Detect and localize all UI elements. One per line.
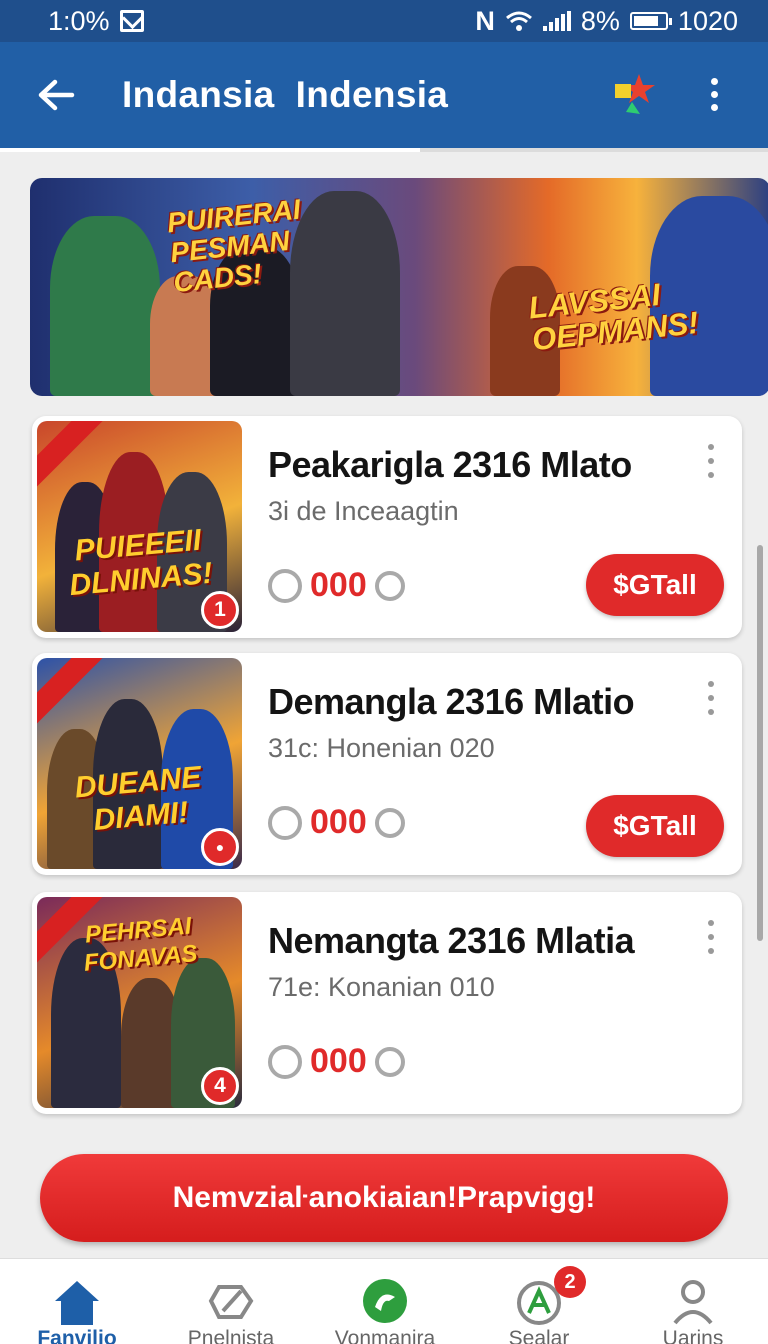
install-button[interactable]: $GTall: [586, 554, 724, 616]
corner-ribbon: [37, 658, 109, 730]
game-subtitle: 31c: Honenian 020: [268, 733, 495, 763]
game-title: Demangla 2316 Mlatio: [268, 681, 635, 722]
card-menu-button[interactable]: [704, 444, 718, 478]
game-thumbnail: PEHRSAI FONAVAS 4: [37, 897, 242, 1108]
stat-value: 000: [310, 1042, 367, 1080]
game-subtitle: 3i de Inceaagtin: [268, 496, 459, 526]
nav-item-vonmanira[interactable]: Vonmanira: [308, 1259, 462, 1344]
promo-banner[interactable]: PUIRERAI PESMAN CADS! LAVSSAI OEPMANS!: [30, 178, 768, 396]
circle-icon: [374, 807, 405, 838]
wifi-icon: [505, 11, 532, 31]
stat-value: 000: [310, 803, 367, 841]
primary-cta-button[interactable]: Nemvziaŀanokiaian!Prapvigg!: [40, 1154, 728, 1242]
status-bar: 1:0% N 8% 1020: [0, 0, 768, 42]
nav-item-pnelnista[interactable]: Pnelnista: [154, 1259, 308, 1344]
circle-icon: [374, 570, 405, 601]
battery-percent: 8%: [580, 5, 620, 36]
nav-item-home[interactable]: Fanvilio: [0, 1259, 154, 1344]
favorite-star-icon[interactable]: [612, 72, 658, 116]
rank-badge: 4: [201, 1067, 239, 1105]
card-menu-button[interactable]: [704, 920, 718, 954]
chat-bubble-icon: [363, 1279, 407, 1323]
battery-icon: [629, 12, 672, 30]
game-title: Nemangta 2316 Mlatia: [268, 920, 635, 961]
scrollbar[interactable]: [757, 545, 763, 941]
rank-badge: 1: [201, 591, 239, 629]
refresh-icon: [268, 805, 302, 840]
status-clock: 1020: [677, 5, 738, 36]
swap-icon: [208, 1285, 254, 1319]
game-subtitle: 71e: Konanian 010: [268, 972, 495, 1002]
tab-indicator: [0, 148, 768, 152]
game-stats: 000: [268, 803, 405, 842]
mail-notification-icon: [119, 10, 144, 32]
nfc-icon: N: [475, 5, 495, 36]
back-button[interactable]: [34, 73, 78, 117]
notification-count-badge: 2: [554, 1266, 586, 1298]
refresh-icon: [268, 568, 302, 603]
game-card[interactable]: PEHRSAI FONAVAS 4 Nemangta 2316 Mlatia 7…: [32, 892, 742, 1114]
game-thumbnail: DUEANE DIAMI! ●: [37, 658, 242, 869]
game-card[interactable]: PUIEEEII DLNINAS! 1 Peakarigla 2316 Mlat…: [32, 416, 742, 638]
status-time: 1:0%: [48, 5, 110, 36]
home-icon: [55, 1281, 99, 1325]
app-bar: Indansia Indensia: [0, 42, 768, 148]
game-thumbnail: PUIEEEII DLNINAS! 1: [37, 421, 242, 632]
back-arrow-icon: [38, 79, 75, 111]
refresh-icon: [268, 1044, 302, 1079]
game-stats: 000: [268, 1042, 405, 1081]
circle-icon: [374, 1046, 405, 1077]
game-title: Peakarigla 2316 Mlato: [268, 444, 632, 485]
banner-title-left: PUIRERAI PESMAN CADS!: [165, 193, 302, 299]
overflow-menu-button[interactable]: [700, 72, 728, 116]
stat-value: 000: [310, 566, 367, 604]
rank-badge: ●: [201, 828, 239, 866]
install-button[interactable]: $GTall: [586, 795, 724, 857]
nav-item-sealar[interactable]: Sealar: [462, 1259, 616, 1344]
page-title: Indansia Indensia: [122, 74, 449, 115]
user-icon: [673, 1280, 713, 1325]
game-card[interactable]: DUEANE DIAMI! ● Demangla 2316 Mlatio 31c…: [32, 653, 742, 875]
bottom-navigation: Fanvilio Pnelnista Vonmanira Sealar Uari…: [0, 1258, 768, 1344]
signal-icon: [542, 11, 571, 31]
corner-ribbon: [37, 421, 109, 493]
nav-item-uarins[interactable]: Uarins: [616, 1259, 768, 1344]
game-stats: 000: [268, 566, 405, 605]
card-menu-button[interactable]: [704, 681, 718, 715]
